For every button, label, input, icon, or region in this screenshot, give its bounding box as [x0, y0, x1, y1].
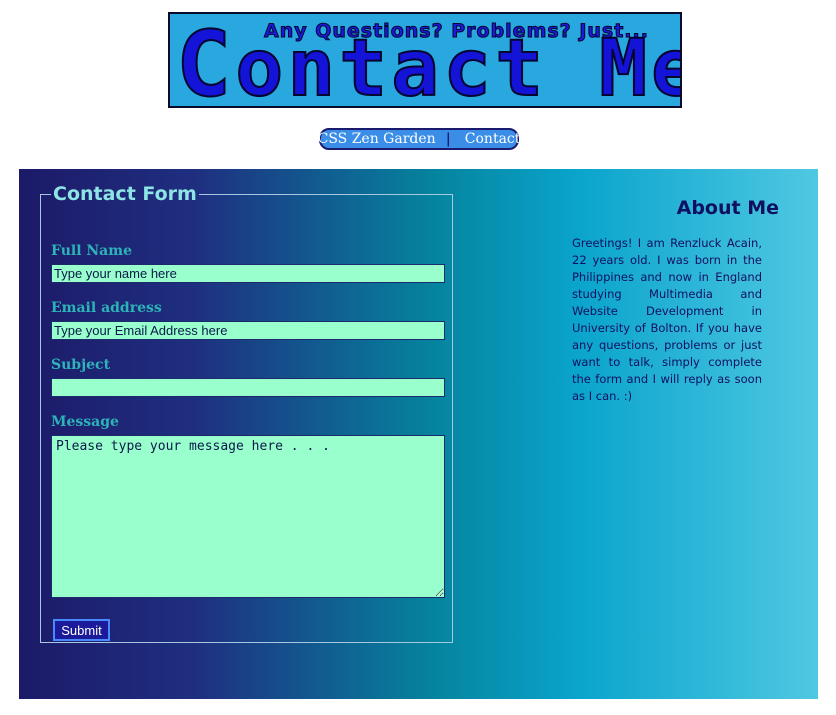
email-input[interactable] — [51, 321, 445, 340]
full-name-input[interactable] — [51, 264, 445, 283]
about-text: Greetings! I am Renzluck Acain, 22 years… — [572, 236, 762, 403]
subject-input[interactable] — [51, 378, 445, 397]
banner-title-initial: C — [175, 12, 236, 108]
top-nav: CSS Zen Garden | Contact — [318, 128, 521, 150]
subject-label: Subject — [51, 357, 111, 373]
message-label: Message — [51, 414, 119, 430]
email-label: Email address — [51, 300, 162, 316]
main-panel: Contact Form Full Name Email address Sub… — [19, 169, 818, 699]
message-textarea[interactable] — [51, 435, 445, 598]
full-name-label: Full Name — [51, 243, 132, 259]
banner-tagline: Any Questions? Problems? Just... — [264, 20, 649, 43]
form-legend: Contact Form — [53, 183, 197, 205]
contact-form: Contact Form Full Name Email address Sub… — [40, 183, 453, 643]
contact-banner: Contact Me Any Questions? Problems? Just… — [168, 12, 682, 108]
nav-link-contact[interactable]: Contact — [465, 131, 521, 147]
nav-link-css-zen-garden[interactable]: CSS Zen Garden — [318, 131, 436, 147]
nav-separator: | — [445, 131, 451, 147]
about-title: About Me — [676, 197, 779, 219]
submit-button[interactable]: Submit — [53, 619, 110, 641]
